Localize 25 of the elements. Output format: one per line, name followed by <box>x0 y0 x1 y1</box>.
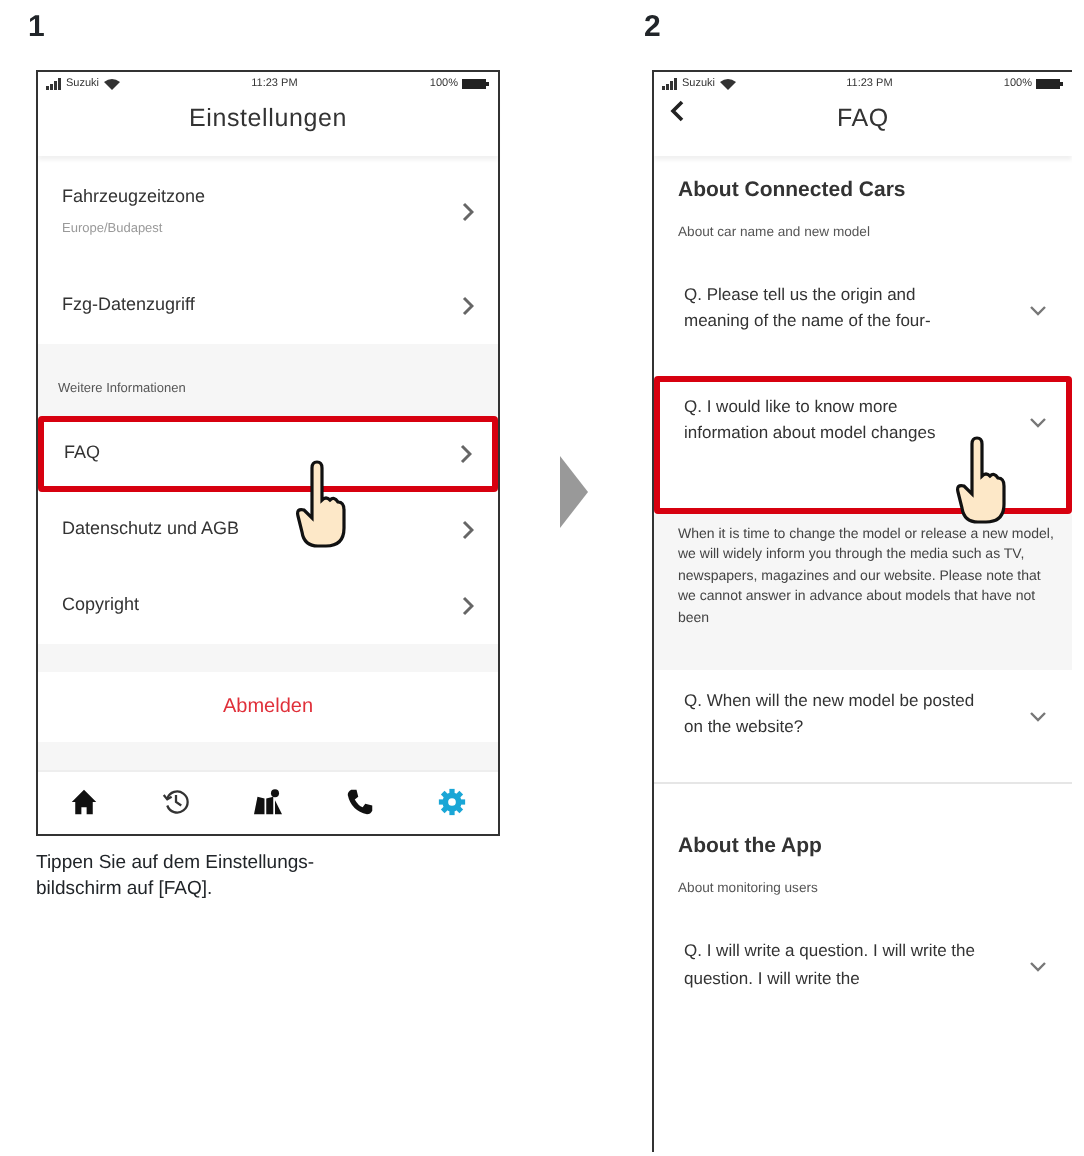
settings-row[interactable]: Copyright <box>38 567 498 644</box>
settings-row[interactable]: FAQ <box>38 415 498 492</box>
row-label: Copyright <box>62 592 140 618</box>
step-number: 1 <box>28 12 47 42</box>
question-text: Q. Please tell us the origin and meaning of the name of the four- <box>684 281 933 335</box>
row-label: FAQ <box>64 440 101 466</box>
logout-button[interactable]: Abmelden <box>38 671 498 742</box>
settings-row[interactable]: Fzg-Datenzugriff <box>38 268 498 344</box>
screen-title: Einstellungen <box>38 96 498 156</box>
step-number: 2 <box>644 12 663 42</box>
section-title: About Connected Cars <box>678 176 908 206</box>
screen-title: FAQ <box>837 102 889 137</box>
faq-question-row[interactable]: Q. I would like to know more information about model changes <box>654 376 1072 514</box>
row-label: Fahrzeugzeitzone <box>62 184 206 211</box>
row-label: Datenschutz und AGB <box>62 516 240 542</box>
caption-text: Tippen Sie auf dem Einstellungs- bildschirm auf [FAQ]. <box>36 851 317 903</box>
faq-question-row[interactable]: Q. When will the new model be posted on the website? <box>654 670 1072 783</box>
row-label: Fzg-Datenzugriff <box>62 292 195 319</box>
faq-question-row[interactable]: Q. I will write a question. I will write the question. I will write the <box>654 920 1072 1034</box>
section-title: About the App <box>678 832 824 863</box>
settings-row[interactable]: Datenschutz und AGB <box>38 491 498 568</box>
question-text: Q. When will the new model be posted on the website? <box>684 688 977 741</box>
question-text: Q. I will write a question. I will write the question. I will write the <box>684 938 977 992</box>
question-text: Q. I would like to know more information about model changes <box>684 394 938 447</box>
faq-question-row[interactable]: Q. Please tell us the origin and meaning of the name of the four- <box>654 263 1072 377</box>
